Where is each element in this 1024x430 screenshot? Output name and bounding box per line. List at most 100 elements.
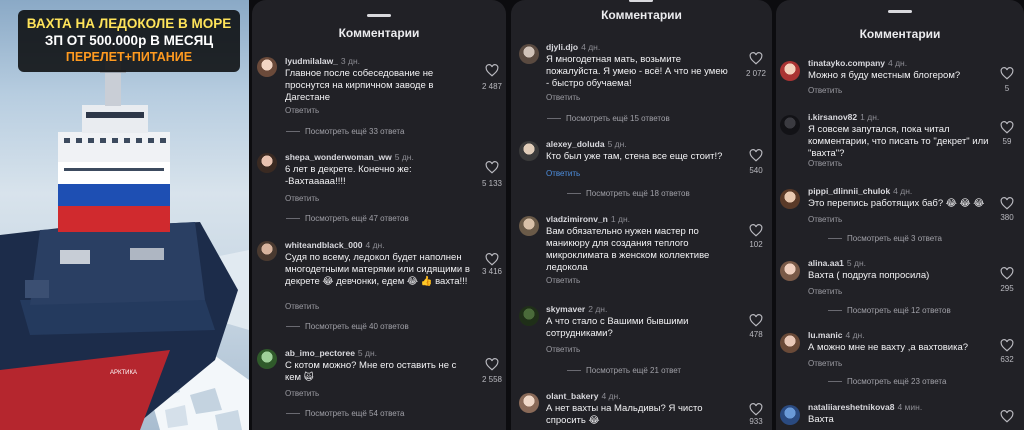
heart-icon[interactable] [485, 161, 499, 174]
caption-line-3: ПЕРЕЛЕТ+ПИТАНИЕ [65, 50, 193, 64]
comment-text: Я многодетная мать, возьмите пожалуйста.… [546, 54, 728, 89]
avatar[interactable] [519, 141, 539, 161]
comment-username[interactable]: vladzimironv_n 1 дн. [546, 214, 630, 224]
avatar[interactable] [780, 405, 800, 425]
like-count: 380 [1000, 213, 1014, 222]
like-count: 3 416 [481, 267, 503, 276]
reply-button[interactable]: Ответить [808, 159, 842, 168]
comment-text: Вам обязательно нужен мастер по маникюру… [546, 226, 710, 273]
view-replies-button[interactable]: Посмотреть ещё 3 ответа [828, 234, 942, 243]
heart-icon[interactable] [749, 314, 763, 327]
video-frame[interactable]: АРКТИКА ВАХТА НА ЛЕДОКОЛЕ В МОРЕ ЗП ОТ 5… [0, 0, 249, 430]
comment-text: А можно мне не вахту ,а вахтовика? [808, 342, 969, 353]
avatar[interactable] [257, 153, 277, 173]
view-replies-button[interactable]: Посмотреть ещё 12 ответов [828, 306, 951, 315]
like-count: 295 [1000, 284, 1014, 293]
view-replies-button[interactable]: Посмотреть ещё 33 ответа [286, 127, 404, 136]
heart-icon[interactable] [749, 403, 763, 416]
avatar[interactable] [780, 333, 800, 353]
like-count: 478 [749, 330, 763, 339]
like-count: 540 [749, 166, 763, 175]
comment-text: А что стало с Вашими бывшими сотрудникам… [546, 316, 689, 339]
comment-username[interactable]: i.kirsanov82 1 дн. [808, 112, 879, 122]
reply-button[interactable]: Ответить [808, 215, 842, 224]
comment-username[interactable]: pippi_dlinnii_chulok 4 дн. [808, 186, 912, 196]
view-replies-button[interactable]: Посмотреть ещё 54 ответа [286, 409, 404, 418]
drag-handle[interactable] [629, 0, 653, 2]
reply-button[interactable]: Ответить [285, 106, 319, 115]
heart-icon[interactable] [1000, 67, 1014, 80]
view-replies-button[interactable]: Посмотреть ещё 21 ответ [567, 366, 681, 375]
avatar[interactable] [519, 306, 539, 326]
avatar[interactable] [780, 61, 800, 81]
comment-username[interactable]: lyudmilalaw_ 3 дн. [285, 56, 360, 66]
heart-icon[interactable] [749, 149, 763, 162]
comment-username[interactable]: lu.manic 4 дн. [808, 330, 865, 340]
reply-button[interactable]: Ответить [808, 359, 842, 368]
comment-text: Судя по всему, ледокол будет наполнен мн… [285, 252, 470, 287]
reply-button[interactable]: Ответить [546, 276, 580, 285]
comment-username[interactable]: skymaver 2 дн. [546, 304, 607, 314]
reply-button[interactable]: Ответить [546, 169, 580, 178]
avatar[interactable] [257, 349, 277, 369]
avatar[interactable] [257, 241, 277, 261]
reply-button[interactable]: Ответить [285, 302, 319, 311]
reply-button[interactable]: Ответить [285, 194, 319, 203]
comment-text: 6 лет в декрете. Конечно же: -Вахтааааа!… [285, 164, 412, 187]
avatar[interactable] [780, 115, 800, 135]
comment-text: Я совсем запутался, пока читал комментар… [808, 124, 989, 159]
like-count: 2 558 [481, 375, 503, 384]
view-replies-button[interactable]: Посмотреть ещё 18 ответов [567, 189, 690, 198]
comment-username[interactable]: tinatayko.company 4 дн. [808, 58, 907, 68]
heart-icon[interactable] [485, 358, 499, 371]
comment-username[interactable]: shepa_wonderwoman_ww 5 дн. [285, 152, 414, 162]
heart-icon[interactable] [1000, 339, 1014, 352]
heart-icon[interactable] [1000, 410, 1014, 423]
comment-text: Главное после собеседование не проснутся… [285, 68, 434, 103]
avatar[interactable] [780, 189, 800, 209]
reply-button[interactable]: Ответить [808, 86, 842, 95]
view-replies-button[interactable]: Посмотреть ещё 47 ответов [286, 214, 409, 223]
comment-username[interactable]: nataliiareshetnikova8 4 мин. [808, 402, 922, 412]
comment-text: Вахта ( подруга попросила) [808, 270, 930, 281]
heart-icon[interactable] [485, 64, 499, 77]
heart-icon[interactable] [1000, 121, 1014, 134]
heart-icon[interactable] [749, 52, 763, 65]
view-replies-button[interactable]: Посмотреть ещё 15 ответов [547, 114, 670, 123]
caption-line-1: ВАХТА НА ЛЕДОКОЛЕ В МОРЕ [26, 16, 232, 31]
heart-icon[interactable] [749, 224, 763, 237]
comment-username[interactable]: alexey_doluda 5 дн. [546, 139, 627, 149]
drag-handle[interactable] [888, 10, 912, 13]
heart-icon[interactable] [485, 253, 499, 266]
comment-text: Можно я буду местным блогером? [808, 70, 961, 81]
comment-username[interactable]: olant_bakery 4 дн. [546, 391, 621, 401]
reply-button[interactable]: Ответить [285, 389, 319, 398]
like-count: 632 [1000, 355, 1014, 364]
comment-username[interactable]: ab_imo_pectoree 5 дн. [285, 348, 377, 358]
comment-text: Вахта [808, 414, 834, 425]
avatar[interactable] [780, 261, 800, 281]
avatar[interactable] [519, 44, 539, 64]
caption-line-2: ЗП ОТ 500.000р В МЕСЯЦ [44, 33, 214, 48]
drag-handle[interactable] [367, 14, 391, 17]
view-replies-button[interactable]: Посмотреть ещё 23 ответа [828, 377, 946, 386]
avatar[interactable] [257, 57, 277, 77]
like-count: 59 [1002, 137, 1012, 146]
heart-icon[interactable] [1000, 197, 1014, 210]
comment-username[interactable]: whiteandblack_000 4 дн. [285, 240, 385, 250]
view-replies-button[interactable]: Посмотреть ещё 40 ответов [286, 322, 409, 331]
comment-text: А нет вахты на Мальдивы? Я чисто спросит… [546, 403, 703, 426]
comment-username[interactable]: djyli.djo 4 дн. [546, 42, 600, 52]
panel-title: Комментарии [859, 27, 941, 41]
avatar[interactable] [519, 393, 539, 413]
reply-button[interactable]: Ответить [808, 287, 842, 296]
comment-username[interactable]: alina.aa1 5 дн. [808, 258, 866, 268]
reply-button[interactable]: Ответить [546, 93, 580, 102]
panel-title: Комментарии [601, 8, 682, 22]
heart-icon[interactable] [1000, 267, 1014, 280]
avatar[interactable] [519, 216, 539, 236]
comments-panel-1: Комментарии lyudmilalaw_ 3 дн. Главное по… [252, 0, 506, 430]
reply-button[interactable]: Ответить [546, 345, 580, 354]
like-count: 2 072 [745, 69, 767, 78]
comments-panel-3: Комментарии tinatayko.company 4 дн. Можно… [776, 0, 1024, 430]
